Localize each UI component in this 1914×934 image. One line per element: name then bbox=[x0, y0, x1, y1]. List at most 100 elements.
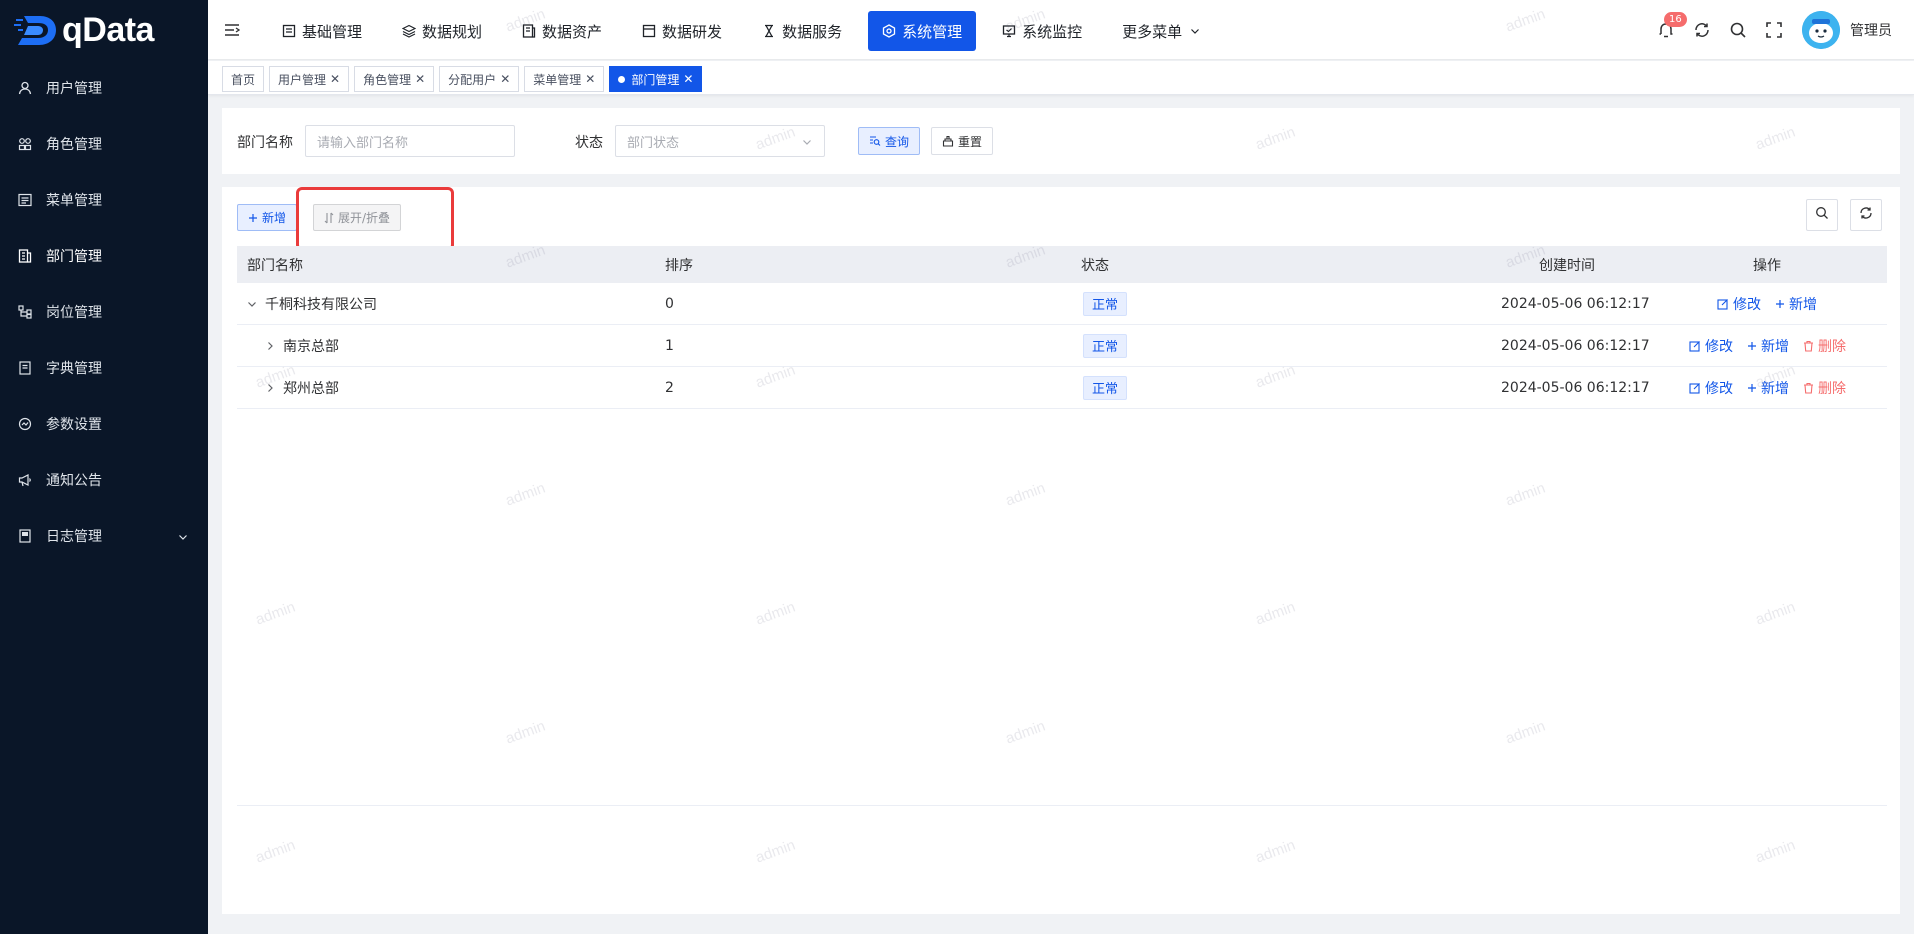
sidebar-item-roles[interactable]: 角色管理 bbox=[0, 116, 208, 172]
top-nav: 基础管理 数据规划 数据资产 数据研发 数据服务 系统管理 系统监控 更多菜单 bbox=[268, 11, 1226, 51]
logo-mark-icon bbox=[14, 12, 58, 48]
sidebar-item-users[interactable]: 用户管理 bbox=[0, 60, 208, 116]
sidebar-item-label: 日志管理 bbox=[46, 529, 102, 545]
megaphone-icon bbox=[18, 473, 32, 487]
tag-user-management[interactable]: 用户管理 ✕ bbox=[269, 66, 350, 92]
search-icon[interactable] bbox=[1728, 20, 1748, 40]
refresh-table-button[interactable] bbox=[1850, 199, 1882, 231]
search-list-icon bbox=[869, 135, 881, 147]
plus-icon bbox=[1775, 299, 1785, 309]
bell-icon[interactable]: 16 bbox=[1656, 12, 1687, 40]
sidebar-item-posts[interactable]: 岗位管理 bbox=[0, 284, 208, 340]
column-header-actions: 操作 bbox=[1753, 257, 1781, 274]
delete-button[interactable]: 删除 bbox=[1803, 336, 1846, 356]
nav-more-menu[interactable]: 更多菜单 bbox=[1108, 11, 1214, 51]
username[interactable]: 管理员 bbox=[1850, 20, 1892, 40]
plus-icon bbox=[1747, 341, 1757, 351]
close-icon[interactable]: ✕ bbox=[500, 72, 510, 86]
dept-name: 南京总部 bbox=[283, 338, 339, 355]
actions-cell: 修改 新增 删除 bbox=[1689, 367, 1860, 408]
nav-data-dev[interactable]: 数据研发 bbox=[628, 11, 736, 51]
highlight-box bbox=[296, 187, 454, 251]
delete-button[interactable]: 删除 bbox=[1803, 378, 1846, 398]
nav-system-management[interactable]: 系统管理 bbox=[868, 11, 977, 51]
table-row: 南京总部 1 正常 2024-05-06 06:12:17 修改 新增 删除 bbox=[237, 325, 1887, 367]
edit-label: 修改 bbox=[1705, 380, 1733, 397]
sidebar-item-params[interactable]: 参数设置 bbox=[0, 396, 208, 452]
avatar[interactable] bbox=[1802, 11, 1840, 49]
nav-item-label: 更多菜单 bbox=[1122, 22, 1183, 41]
edit-button[interactable]: 修改 bbox=[1717, 294, 1761, 314]
add-child-button[interactable]: 新增 bbox=[1747, 378, 1789, 398]
close-icon[interactable]: ✕ bbox=[330, 72, 340, 86]
notification-badge: 16 bbox=[1664, 12, 1687, 27]
nav-base-management[interactable]: 基础管理 bbox=[268, 11, 376, 51]
column-header-order: 排序 bbox=[665, 257, 693, 274]
close-icon[interactable]: ✕ bbox=[683, 72, 693, 86]
sidebar-item-label: 部门管理 bbox=[46, 249, 102, 265]
edit-button[interactable]: 修改 bbox=[1689, 378, 1733, 398]
trash-icon bbox=[1803, 382, 1814, 394]
add-child-button[interactable]: 新增 bbox=[1775, 294, 1817, 314]
system-icon bbox=[882, 24, 896, 38]
delete-label: 删除 bbox=[1818, 380, 1846, 397]
refresh-icon[interactable] bbox=[1692, 20, 1712, 40]
chevron-down-icon bbox=[802, 136, 812, 151]
toggle-search-button[interactable] bbox=[1806, 199, 1838, 231]
nav-item-label: 基础管理 bbox=[302, 22, 363, 41]
layers-icon bbox=[402, 24, 417, 38]
nav-system-monitor[interactable]: 系统监控 bbox=[988, 11, 1096, 51]
sidebar-item-dictionary[interactable]: 字典管理 bbox=[0, 340, 208, 396]
chevron-right-icon[interactable] bbox=[265, 383, 279, 393]
close-icon[interactable]: ✕ bbox=[585, 72, 595, 86]
hamburger-icon[interactable] bbox=[224, 22, 241, 38]
menu-list-icon bbox=[18, 193, 32, 207]
tag-assign-users[interactable]: 分配用户 ✕ bbox=[439, 66, 520, 92]
close-icon[interactable]: ✕ bbox=[415, 72, 425, 86]
tag-role-management[interactable]: 角色管理 ✕ bbox=[354, 66, 435, 92]
status-badge: 正常 bbox=[1083, 333, 1128, 358]
query-button[interactable]: 查询 bbox=[858, 127, 921, 155]
sidebar-item-menus[interactable]: 菜单管理 bbox=[0, 172, 208, 228]
trash-icon bbox=[1803, 340, 1814, 352]
chevron-down-icon[interactable] bbox=[247, 299, 261, 309]
logo[interactable]: qData bbox=[0, 0, 208, 60]
add-child-button[interactable]: 新增 bbox=[1747, 336, 1789, 356]
dev-icon bbox=[642, 24, 656, 38]
top-header: 基础管理 数据规划 数据资产 数据研发 数据服务 系统管理 系统监控 更多菜单 bbox=[208, 0, 1914, 60]
nav-data-service[interactable]: 数据服务 bbox=[748, 11, 856, 51]
actions-cell: 修改 新增 删除 bbox=[1689, 325, 1860, 366]
search-panel: 部门名称 请输入部门名称 状态 部门状态 查询 重置 bbox=[222, 108, 1900, 174]
status-label: 状态 bbox=[575, 135, 603, 151]
nav-data-assets[interactable]: 数据资产 bbox=[508, 11, 616, 51]
sidebar-item-logs[interactable]: 日志管理 bbox=[0, 508, 208, 564]
asset-icon bbox=[522, 24, 536, 38]
active-dot-icon bbox=[618, 75, 626, 83]
status-select[interactable]: 部门状态 bbox=[615, 125, 825, 157]
status-cell: 正常 bbox=[1083, 325, 1128, 366]
tag-menu-management[interactable]: 菜单管理 ✕ bbox=[524, 66, 605, 92]
order-cell: 0 bbox=[665, 295, 674, 312]
column-header-name: 部门名称 bbox=[247, 257, 303, 274]
add-button[interactable]: 新增 bbox=[237, 204, 298, 231]
user-icon bbox=[18, 81, 32, 95]
nav-data-planning[interactable]: 数据规划 bbox=[388, 11, 496, 51]
plus-icon bbox=[248, 213, 258, 223]
sidebar-item-notices[interactable]: 通知公告 bbox=[0, 452, 208, 508]
fullscreen-icon[interactable] bbox=[1764, 20, 1784, 40]
tag-label: 用户管理 bbox=[278, 72, 327, 87]
dept-name-input[interactable]: 请输入部门名称 bbox=[305, 125, 515, 157]
tag-home[interactable]: 首页 bbox=[222, 66, 265, 92]
tag-department-management[interactable]: 部门管理 ✕ bbox=[609, 66, 703, 92]
chevron-down-icon[interactable] bbox=[178, 530, 188, 546]
name-cell: 千桐科技有限公司 bbox=[247, 283, 377, 324]
edit-label: 修改 bbox=[1705, 338, 1733, 355]
edit-button[interactable]: 修改 bbox=[1689, 336, 1733, 356]
sidebar-item-departments[interactable]: 部门管理 bbox=[0, 228, 208, 284]
sidebar-item-label: 通知公告 bbox=[46, 473, 102, 489]
nav-item-label: 数据研发 bbox=[662, 22, 723, 41]
chevron-right-icon[interactable] bbox=[265, 341, 279, 351]
nav-item-label: 数据规划 bbox=[422, 22, 483, 41]
reset-button[interactable]: 重置 bbox=[931, 127, 994, 155]
dictionary-icon bbox=[18, 361, 32, 375]
